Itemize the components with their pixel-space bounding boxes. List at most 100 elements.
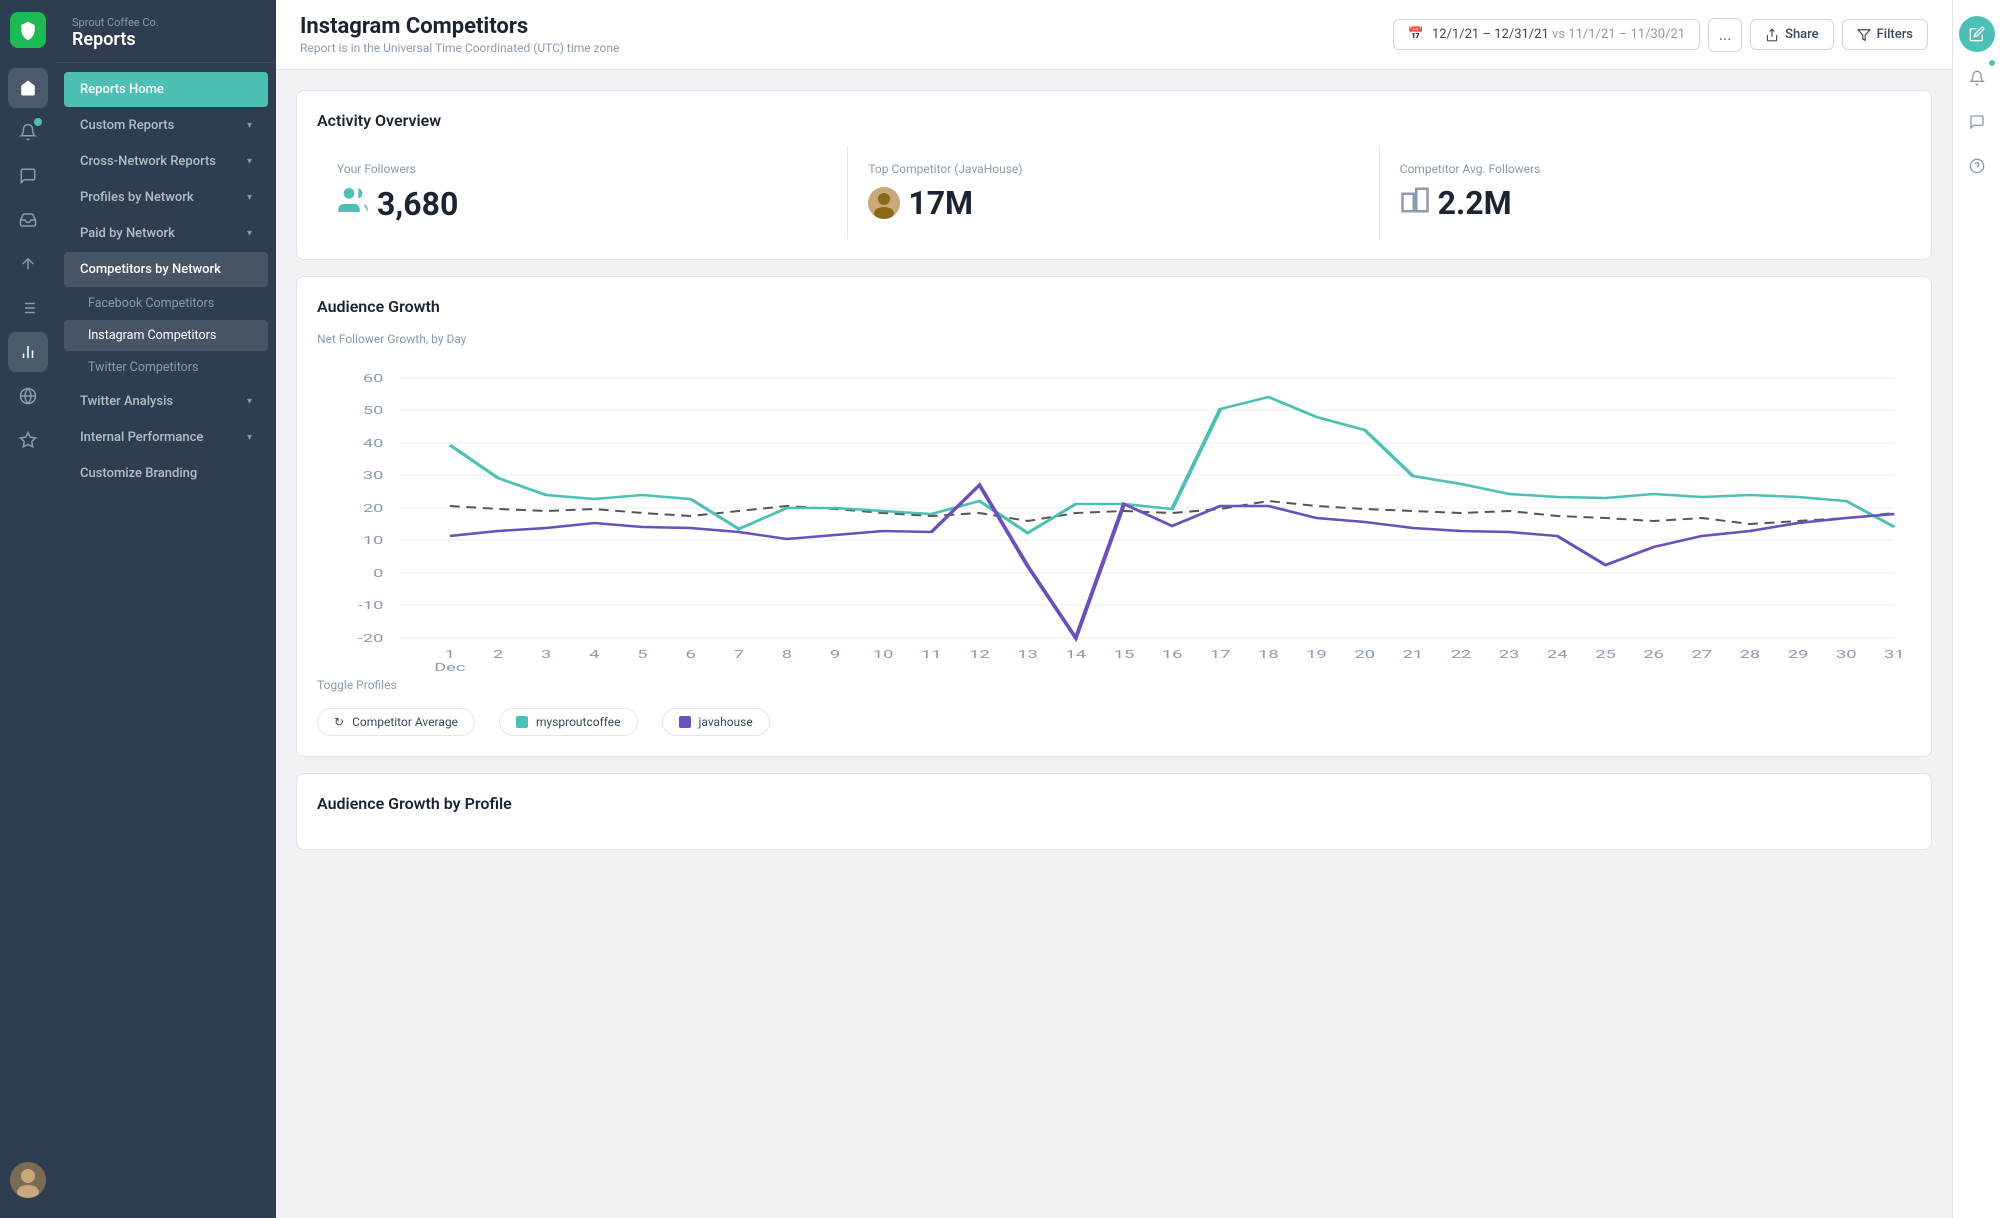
- main-header: Instagram Competitors Report is in the U…: [276, 0, 1952, 70]
- competitor-icon: [868, 187, 900, 219]
- notifications-rail-button[interactable]: [1959, 60, 1995, 96]
- svg-text:21: 21: [1403, 648, 1424, 661]
- sidebar-item-custom-reports[interactable]: Custom Reports ▾: [64, 108, 268, 143]
- svg-text:24: 24: [1547, 648, 1568, 661]
- sidebar-header: Sprout Coffee Co. Reports: [56, 0, 276, 63]
- filters-button[interactable]: Filters: [1842, 19, 1928, 50]
- svg-text:17: 17: [1210, 648, 1231, 661]
- sidebar: Sprout Coffee Co. Reports Reports Home C…: [56, 0, 276, 1218]
- sidebar-item-cross-network[interactable]: Cross-Network Reports ▾: [64, 144, 268, 179]
- edit-button[interactable]: [1959, 16, 1995, 52]
- chevron-down-icon: ▾: [247, 228, 252, 239]
- chat-rail-button[interactable]: [1959, 104, 1995, 140]
- sidebar-item-instagram-competitors[interactable]: Instagram Competitors: [64, 320, 268, 351]
- sidebar-item-competitors-by-network[interactable]: Competitors by Network: [64, 252, 268, 287]
- building-icon: [1400, 185, 1430, 222]
- svg-text:5: 5: [637, 648, 647, 661]
- sidebar-item-paid-by-network[interactable]: Paid by Network ▾: [64, 216, 268, 251]
- svg-text:23: 23: [1499, 648, 1520, 661]
- legend-javahouse[interactable]: javahouse: [662, 708, 770, 736]
- activity-metrics-grid: Your Followers 3,680 Top Competitor (Jav…: [317, 146, 1911, 239]
- avg-followers-value: 2.2M: [1400, 184, 1891, 222]
- page-subtitle: Report is in the Universal Time Coordina…: [300, 41, 619, 55]
- sidebar-item-reports-home[interactable]: Reports Home: [64, 72, 268, 107]
- app-title: Reports: [72, 29, 260, 50]
- your-followers-value: 3,680: [337, 184, 827, 223]
- svg-text:8: 8: [782, 648, 792, 661]
- legend-mysprout[interactable]: mysproutcoffee: [499, 708, 638, 736]
- right-rail: [1952, 0, 2000, 1218]
- svg-text:29: 29: [1788, 648, 1809, 661]
- svg-text:Dec: Dec: [434, 661, 465, 674]
- chart-x-axis: 1 Dec 2 3 4 5 6 7 8 9 10 11 12: [434, 648, 1904, 674]
- page-title: Instagram Competitors: [300, 14, 619, 39]
- main-content: Instagram Competitors Report is in the U…: [276, 0, 1952, 1218]
- calendar-icon: 📅: [1408, 27, 1424, 42]
- company-name: Sprout Coffee Co.: [72, 16, 260, 29]
- nav-home-icon[interactable]: [8, 68, 48, 108]
- svg-text:7: 7: [734, 648, 744, 661]
- avg-followers-label: Competitor Avg. Followers: [1400, 162, 1891, 176]
- svg-text:15: 15: [1114, 648, 1135, 661]
- nav-tasks-icon[interactable]: [8, 288, 48, 328]
- nav-campaigns-icon[interactable]: [8, 376, 48, 416]
- your-followers-label: Your Followers: [337, 162, 827, 176]
- chevron-down-icon: ▾: [247, 396, 252, 407]
- svg-text:40: 40: [363, 437, 384, 450]
- activity-overview-card: Activity Overview Your Followers 3,680 T…: [296, 90, 1932, 260]
- audience-growth-chart: 60 50 40 30 20 10 0 -10 -20 1: [317, 358, 1911, 678]
- svg-text:20: 20: [1354, 648, 1375, 661]
- chart-legend: ↻ Competitor Average mysproutcoffee java…: [317, 708, 1911, 736]
- help-rail-button[interactable]: [1959, 148, 1995, 184]
- svg-text:6: 6: [685, 648, 695, 661]
- date-range-button[interactable]: 📅 12/1/21 – 12/31/21 vs 11/1/21 – 11/30/…: [1393, 19, 1700, 50]
- sidebar-nav: Reports Home Custom Reports ▾ Cross-Netw…: [56, 63, 276, 500]
- activity-overview-title: Activity Overview: [317, 111, 1911, 130]
- chart-container: 60 50 40 30 20 10 0 -10 -20 1: [317, 358, 1911, 678]
- svg-text:10: 10: [363, 534, 384, 547]
- share-button[interactable]: Share: [1750, 19, 1834, 50]
- top-competitor-value: 17M: [868, 184, 1358, 222]
- icon-rail: [0, 0, 56, 1218]
- nav-inbox-icon[interactable]: [8, 200, 48, 240]
- sidebar-item-customize-branding[interactable]: Customize Branding: [64, 456, 268, 491]
- audience-growth-title: Audience Growth: [317, 297, 1911, 316]
- sidebar-item-internal-performance[interactable]: Internal Performance ▾: [64, 420, 268, 455]
- svg-text:25: 25: [1595, 648, 1616, 661]
- svg-text:18: 18: [1258, 648, 1279, 661]
- nav-star-icon[interactable]: [8, 420, 48, 460]
- sidebar-item-facebook-competitors[interactable]: Facebook Competitors: [64, 288, 268, 319]
- legend-label-javahouse: javahouse: [699, 715, 753, 729]
- sidebar-item-profiles-by-network[interactable]: Profiles by Network ▾: [64, 180, 268, 215]
- more-options-button[interactable]: ...: [1708, 18, 1742, 52]
- svg-text:10: 10: [873, 648, 894, 661]
- svg-text:1: 1: [445, 648, 455, 661]
- share-label: Share: [1785, 27, 1819, 42]
- your-followers-metric: Your Followers 3,680: [317, 146, 848, 239]
- svg-text:0: 0: [373, 567, 383, 580]
- nav-notifications-icon[interactable]: [8, 112, 48, 152]
- svg-text:30: 30: [363, 469, 384, 482]
- refresh-icon: ↻: [334, 715, 344, 729]
- user-avatar[interactable]: [10, 1162, 46, 1198]
- avg-followers-metric: Competitor Avg. Followers 2.2M: [1380, 146, 1911, 239]
- svg-text:20: 20: [363, 502, 384, 515]
- content-main: Activity Overview Your Followers 3,680 T…: [296, 90, 1932, 1198]
- legend-competitor-avg[interactable]: ↻ Competitor Average: [317, 708, 475, 736]
- legend-label-competitor-avg: Competitor Average: [352, 715, 458, 729]
- mysprout-line: [450, 397, 1895, 533]
- nav-publish-icon[interactable]: [8, 244, 48, 284]
- legend-dot-javahouse: [679, 716, 691, 728]
- nav-messages-icon[interactable]: [8, 156, 48, 196]
- svg-text:19: 19: [1306, 648, 1327, 661]
- nav-analytics-icon[interactable]: [8, 332, 48, 372]
- sidebar-item-twitter-competitors[interactable]: Twitter Competitors: [64, 352, 268, 383]
- competitor-avg-line: [450, 501, 1895, 524]
- sidebar-item-twitter-analysis[interactable]: Twitter Analysis ▾: [64, 384, 268, 419]
- svg-text:11: 11: [921, 648, 942, 661]
- content-area: Activity Overview Your Followers 3,680 T…: [276, 70, 1952, 1218]
- svg-text:50: 50: [363, 404, 384, 417]
- svg-text:12: 12: [969, 648, 990, 661]
- date-range-text: 12/1/21 – 12/31/21 vs 11/1/21 – 11/30/21: [1432, 27, 1685, 42]
- legend-label-mysprout: mysproutcoffee: [536, 715, 621, 729]
